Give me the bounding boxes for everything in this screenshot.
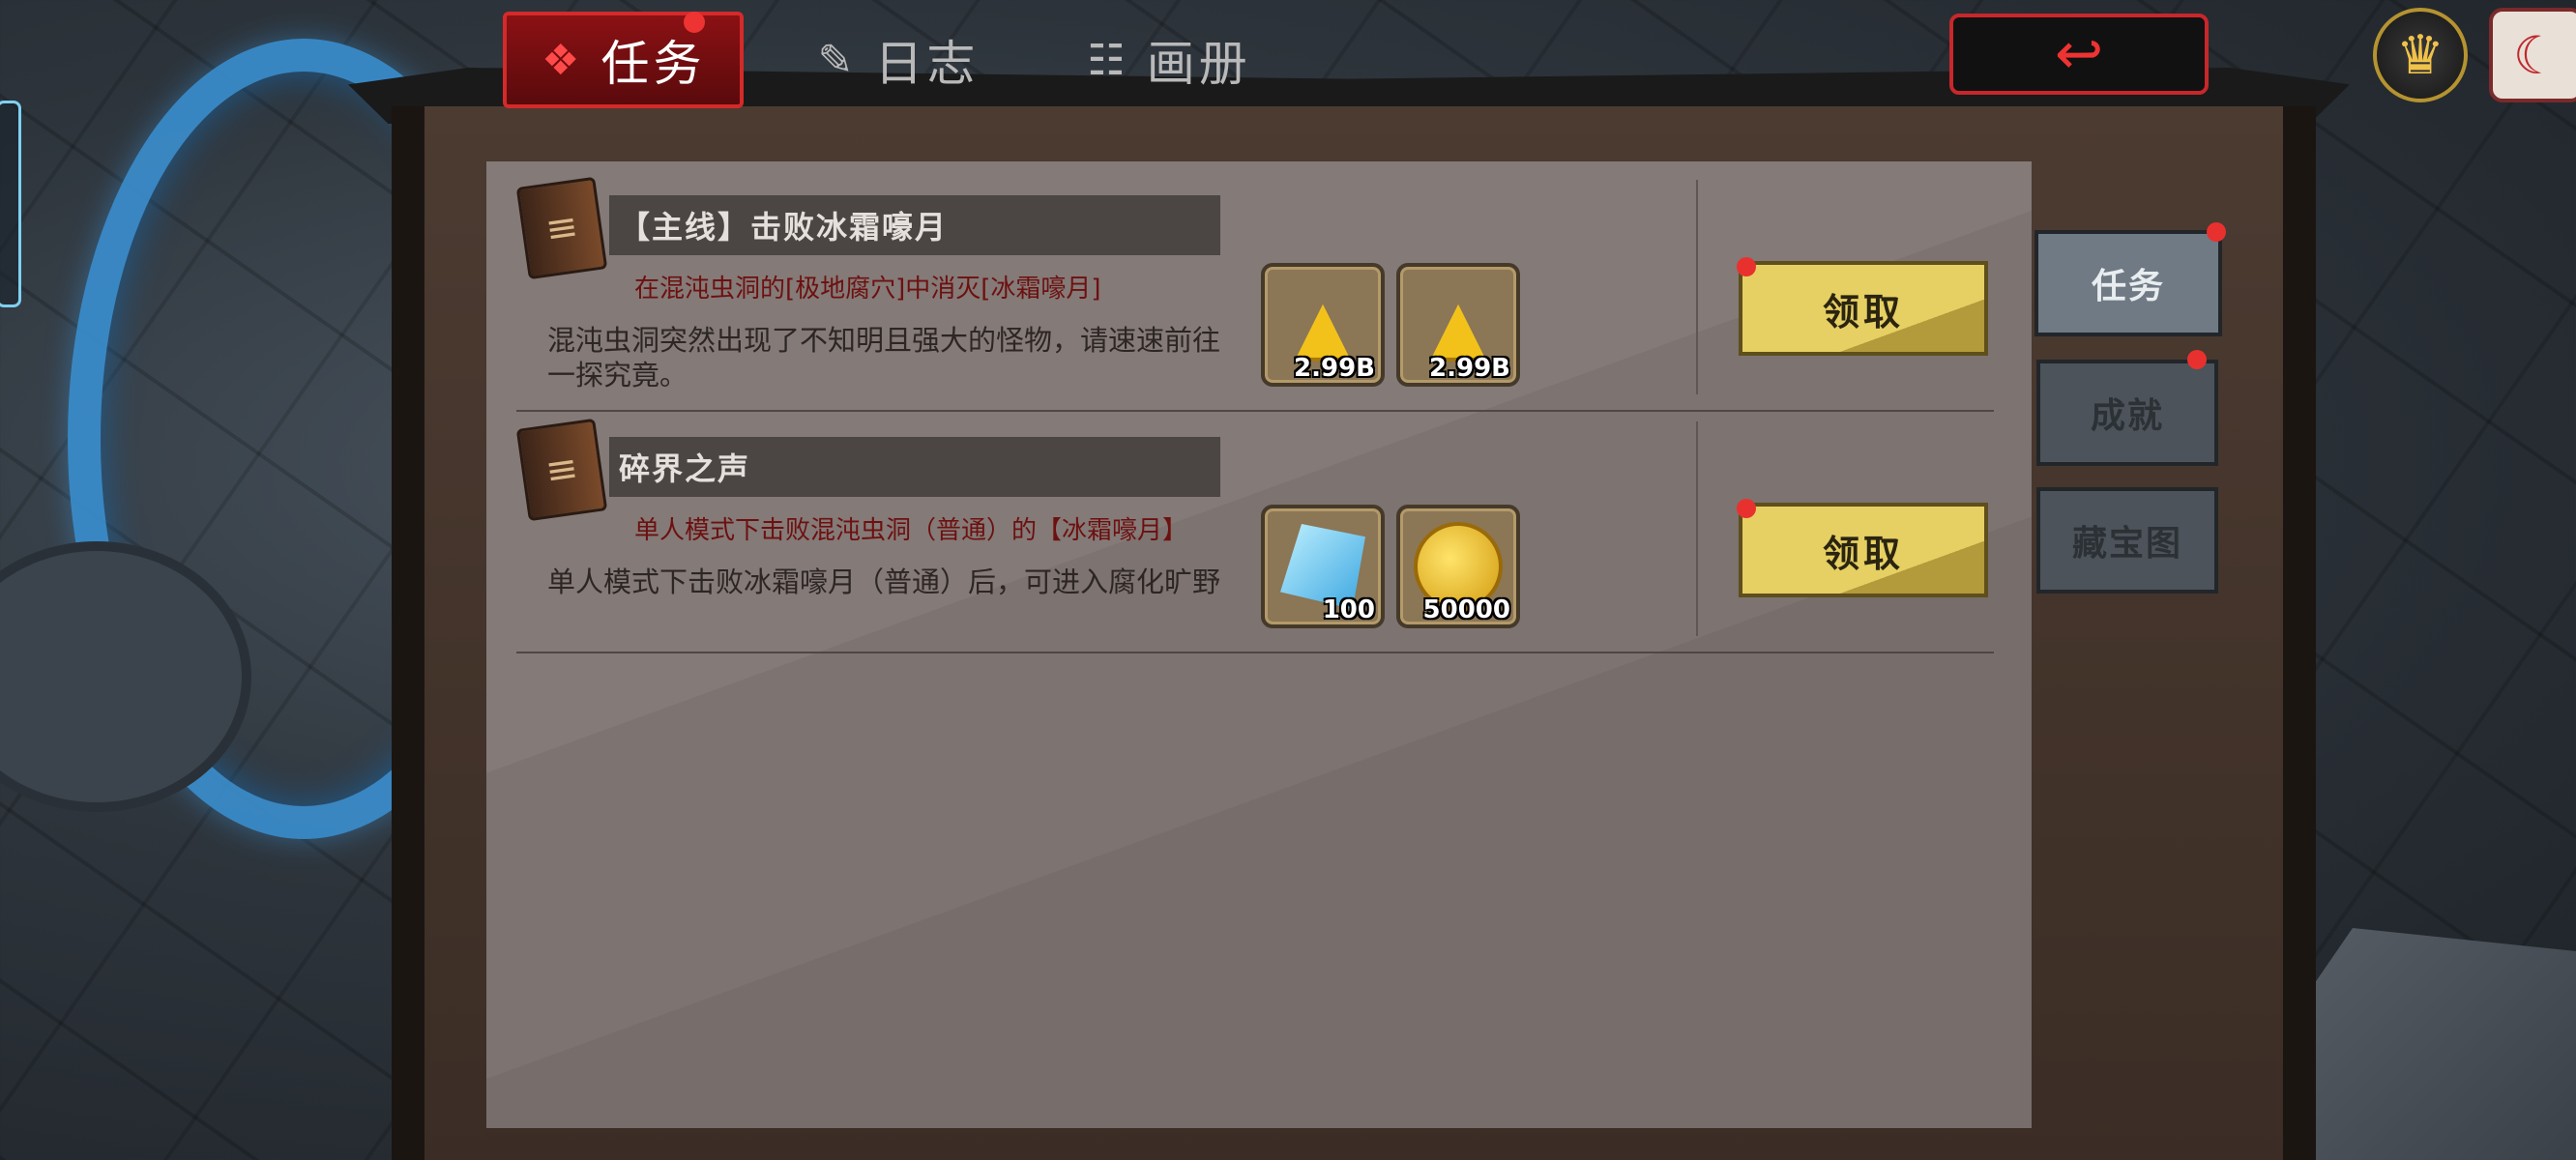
- tab-album[interactable]: ☷ 画册: [1052, 15, 1285, 104]
- reward-quantity: 2.99B: [1429, 354, 1510, 383]
- side-tab-label: 任务: [2091, 267, 2165, 306]
- crown-gem-icon: ♛: [2395, 23, 2445, 87]
- quest-objective: 在混沌虫洞的[极地腐穴]中消灭[冰霜嚎月]: [634, 275, 1101, 304]
- tab-label: 画册: [1146, 36, 1251, 92]
- reward-item[interactable]: ▲ 2.99B: [1396, 263, 1520, 387]
- calendar-moon-icon: ☾: [2512, 24, 2561, 86]
- notification-dot: [2207, 222, 2226, 242]
- quest-objective: 单人模式下击败混沌虫洞（普通）的【冰霜嚎月】: [634, 516, 1188, 545]
- book-icon: ≡: [515, 418, 608, 522]
- album-icon: ☷: [1087, 35, 1129, 85]
- side-tab-achievements[interactable]: 成就: [2036, 360, 2218, 466]
- crown-button[interactable]: ♛: [2373, 8, 2468, 102]
- notification-dot: [1737, 499, 1756, 518]
- notification-dot: [2187, 350, 2207, 369]
- tab-label: 日志: [874, 36, 980, 92]
- calendar-button[interactable]: ☾: [2489, 8, 2576, 102]
- quest-title: 【主线】击败冰霜嚎月: [609, 195, 1220, 255]
- quest-description: 混沌虫洞突然出现了不知明且强大的怪物，请速速前往一探究竟。: [547, 324, 1221, 392]
- side-tab-label: 成就: [2090, 396, 2164, 436]
- reward-quantity: 2.99B: [1294, 354, 1375, 383]
- scroll-icon: ❖: [542, 35, 584, 85]
- reward-item[interactable]: 100: [1261, 505, 1385, 628]
- column-divider: [1696, 180, 1698, 394]
- top-tab-bar: ❖ 任务 ✎ 日志 ☷ 画册: [503, 12, 1325, 108]
- quest-description: 单人模式下击败冰霜嚎月（普通）后，可进入腐化旷野: [547, 566, 1221, 598]
- reward-quantity: 100: [1322, 595, 1375, 624]
- back-button[interactable]: ↩: [1949, 14, 2209, 95]
- book-icon: ≡: [515, 176, 608, 280]
- notification-dot: [1737, 257, 1756, 276]
- claim-button[interactable]: 领取: [1739, 503, 1988, 597]
- quill-icon: ✎: [817, 35, 858, 85]
- reward-quantity: 50000: [1422, 595, 1510, 624]
- reward-item[interactable]: ▲ 2.99B: [1261, 263, 1385, 387]
- tab-log[interactable]: ✎ 日志: [782, 15, 1013, 104]
- column-divider: [1696, 421, 1698, 636]
- tab-quests[interactable]: ❖ 任务: [503, 12, 745, 108]
- tab-label: 任务: [600, 36, 706, 92]
- quest-row: ≡ 碎界之声 单人模式下击败混沌虫洞（普通）的【冰霜嚎月】 单人模式下击败冰霜嚎…: [515, 410, 1994, 653]
- reward-item[interactable]: 50000: [1396, 505, 1520, 628]
- back-arrow-icon: ↩: [2054, 20, 2104, 88]
- side-tab-treasure-map[interactable]: 藏宝图: [2036, 487, 2218, 594]
- side-tab-label: 藏宝图: [2071, 524, 2182, 564]
- quest-row: ≡ 【主线】击败冰霜嚎月 在混沌虫洞的[极地腐穴]中消灭[冰霜嚎月] 混沌虫洞突…: [515, 168, 1994, 412]
- claim-button[interactable]: 领取: [1739, 261, 1988, 356]
- quest-title: 碎界之声: [609, 437, 1220, 497]
- left-edge-handle[interactable]: [0, 101, 21, 307]
- side-tab-quests[interactable]: 任务: [2034, 230, 2222, 336]
